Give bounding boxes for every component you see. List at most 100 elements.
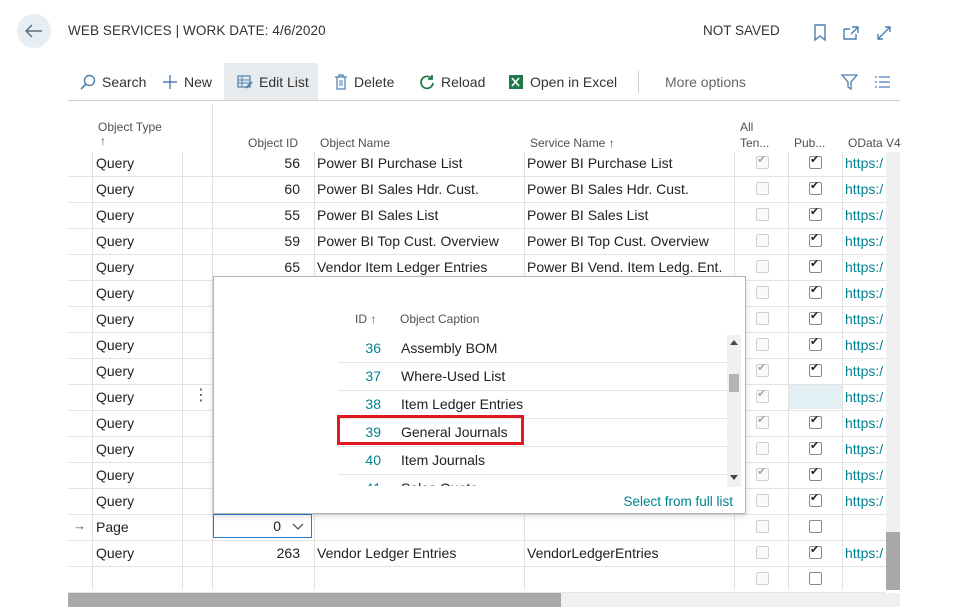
more-options-button[interactable]: More options bbox=[665, 63, 746, 100]
object-name-cell[interactable] bbox=[317, 514, 522, 540]
all-tenants-checkbox[interactable] bbox=[756, 182, 769, 195]
object-id-cell[interactable]: 59 bbox=[214, 228, 300, 254]
col-all-tenants-line2[interactable]: Ten... bbox=[740, 136, 769, 150]
col-odata-v4-url[interactable]: OData V4 bbox=[848, 136, 901, 150]
object-type-cell[interactable]: Query bbox=[96, 332, 182, 358]
table-row[interactable]: Query 56 Power BI Purchase List Power BI Pu… bbox=[68, 150, 886, 177]
col-object-type[interactable]: Object Type bbox=[98, 120, 162, 134]
object-id-lookup-field[interactable]: 0 bbox=[213, 514, 312, 538]
service-name-cell[interactable]: Power BI Sales List bbox=[527, 202, 732, 228]
all-tenants-checkbox[interactable] bbox=[756, 286, 769, 299]
published-checkbox[interactable] bbox=[809, 572, 822, 585]
select-from-full-list-link[interactable]: Select from full list bbox=[623, 494, 733, 509]
odata-url-link[interactable]: https:/ bbox=[845, 306, 886, 332]
odata-url-link[interactable]: https:/ bbox=[845, 410, 886, 436]
odata-url-link[interactable]: https:/ bbox=[845, 254, 886, 280]
object-type-cell[interactable]: Query bbox=[96, 306, 182, 332]
published-checkbox[interactable]: ✔ bbox=[809, 440, 822, 455]
all-tenants-checkbox[interactable] bbox=[756, 572, 769, 585]
object-type-cell[interactable]: Query bbox=[96, 488, 182, 514]
all-tenants-checkbox[interactable]: ✔ bbox=[756, 388, 769, 403]
object-name-cell[interactable]: Vendor Ledger Entries bbox=[317, 540, 522, 566]
service-name-cell[interactable]: Power BI Sales Hdr. Cust. bbox=[527, 176, 732, 202]
lookup-item-id[interactable]: 38 bbox=[338, 390, 381, 418]
vertical-scrollbar[interactable] bbox=[886, 152, 900, 590]
object-name-cell[interactable]: Power BI Sales Hdr. Cust. bbox=[317, 176, 522, 202]
object-type-cell[interactable]: Page bbox=[96, 514, 182, 540]
lookup-item[interactable]: 41 Sales Quote bbox=[338, 474, 728, 486]
object-type-cell[interactable]: Query bbox=[96, 254, 182, 280]
vertical-scroll-thumb[interactable] bbox=[886, 532, 900, 590]
service-name-cell[interactable] bbox=[527, 566, 732, 592]
object-type-cell[interactable]: Query bbox=[96, 410, 182, 436]
lookup-item-id[interactable]: 40 bbox=[338, 446, 381, 474]
object-type-cell[interactable]: Query bbox=[96, 202, 182, 228]
object-type-cell[interactable]: Query bbox=[96, 462, 182, 488]
published-checkbox[interactable]: ✔ bbox=[809, 362, 822, 377]
object-type-cell[interactable]: Query bbox=[96, 150, 182, 176]
odata-url-link[interactable]: https:/ bbox=[845, 332, 886, 358]
lookup-item-caption[interactable]: Item Ledger Entries bbox=[401, 390, 523, 418]
lookup-item[interactable]: 37 Where-Used List bbox=[338, 362, 728, 391]
published-checkbox[interactable]: ✔ bbox=[809, 258, 822, 273]
published-checkbox[interactable]: ✔ bbox=[809, 206, 822, 221]
all-tenants-checkbox[interactable] bbox=[756, 208, 769, 221]
all-tenants-checkbox[interactable]: ✔ bbox=[756, 414, 769, 429]
col-service-name[interactable]: Service Name ↑ bbox=[530, 136, 615, 150]
published-checkbox[interactable]: ✔ bbox=[809, 544, 822, 559]
object-id-cell[interactable]: 60 bbox=[214, 176, 300, 202]
odata-url-link[interactable] bbox=[845, 514, 886, 540]
table-row[interactable] bbox=[68, 566, 886, 593]
service-name-cell[interactable]: VendorLedgerEntries bbox=[527, 540, 732, 566]
object-name-cell[interactable] bbox=[317, 566, 522, 592]
all-tenants-checkbox[interactable] bbox=[756, 546, 769, 559]
lookup-item-id[interactable]: 37 bbox=[338, 362, 381, 390]
lookup-item[interactable]: 36 Assembly BOM bbox=[338, 334, 728, 363]
lookup-col-id[interactable]: ID ↑ bbox=[355, 312, 376, 326]
published-checkbox[interactable]: ✔ bbox=[809, 466, 822, 481]
open-new-window-icon[interactable] bbox=[840, 22, 862, 44]
odata-url-link[interactable]: https:/ bbox=[845, 462, 886, 488]
object-id-cell[interactable]: 263 bbox=[214, 540, 300, 566]
new-button[interactable]: New bbox=[162, 63, 212, 100]
published-checkbox[interactable]: ✔ bbox=[809, 336, 822, 351]
service-name-cell[interactable]: Power BI Purchase List bbox=[527, 150, 732, 176]
odata-url-link[interactable] bbox=[845, 566, 886, 592]
published-checkbox[interactable]: ✔ bbox=[809, 414, 822, 429]
odata-url-link[interactable]: https:/ bbox=[845, 202, 886, 228]
lookup-item-caption[interactable]: Where-Used List bbox=[401, 362, 505, 390]
published-checkbox[interactable]: ✔ bbox=[809, 492, 822, 507]
back-button[interactable] bbox=[17, 14, 51, 48]
open-in-excel-button[interactable]: Open in Excel bbox=[508, 63, 617, 100]
all-tenants-checkbox[interactable] bbox=[756, 312, 769, 325]
published-checkbox[interactable]: ✔ bbox=[809, 284, 822, 299]
reload-button[interactable]: Reload bbox=[419, 63, 485, 100]
all-tenants-checkbox[interactable]: ✔ bbox=[756, 362, 769, 377]
delete-button[interactable]: Delete bbox=[334, 63, 394, 100]
col-object-name[interactable]: Object Name bbox=[320, 136, 390, 150]
table-row[interactable]: Page bbox=[68, 514, 886, 541]
table-row[interactable]: Query 55 Power BI Sales List Power BI Sales… bbox=[68, 202, 886, 229]
lookup-item[interactable]: 40 Item Journals bbox=[338, 446, 728, 475]
edit-list-button[interactable]: Edit List bbox=[224, 63, 318, 100]
object-type-cell[interactable]: Query bbox=[96, 280, 182, 306]
chevron-down-icon[interactable] bbox=[292, 523, 304, 531]
all-tenants-checkbox[interactable] bbox=[756, 338, 769, 351]
object-name-cell[interactable]: Power BI Sales List bbox=[317, 202, 522, 228]
all-tenants-checkbox[interactable] bbox=[756, 494, 769, 507]
odata-url-link[interactable]: https:/ bbox=[845, 436, 886, 462]
object-type-cell[interactable]: Query bbox=[96, 228, 182, 254]
list-view-button[interactable] bbox=[874, 63, 897, 100]
all-tenants-checkbox[interactable]: ✔ bbox=[756, 466, 769, 481]
col-object-id[interactable]: Object ID bbox=[230, 136, 298, 150]
lookup-item-caption[interactable]: Sales Quote bbox=[401, 474, 478, 486]
lookup-scrollbar[interactable] bbox=[727, 335, 741, 487]
table-row[interactable]: Query 59 Power BI Top Cust. Overview Power … bbox=[68, 228, 886, 255]
published-checkbox[interactable]: ✔ bbox=[809, 310, 822, 325]
col-published[interactable]: Pub... bbox=[794, 136, 825, 150]
published-checkbox[interactable]: ✔ bbox=[809, 232, 822, 247]
all-tenants-checkbox[interactable] bbox=[756, 442, 769, 455]
object-type-cell[interactable]: Query bbox=[96, 540, 182, 566]
odata-url-link[interactable]: https:/ bbox=[845, 488, 886, 514]
scroll-thumb[interactable] bbox=[729, 374, 739, 392]
